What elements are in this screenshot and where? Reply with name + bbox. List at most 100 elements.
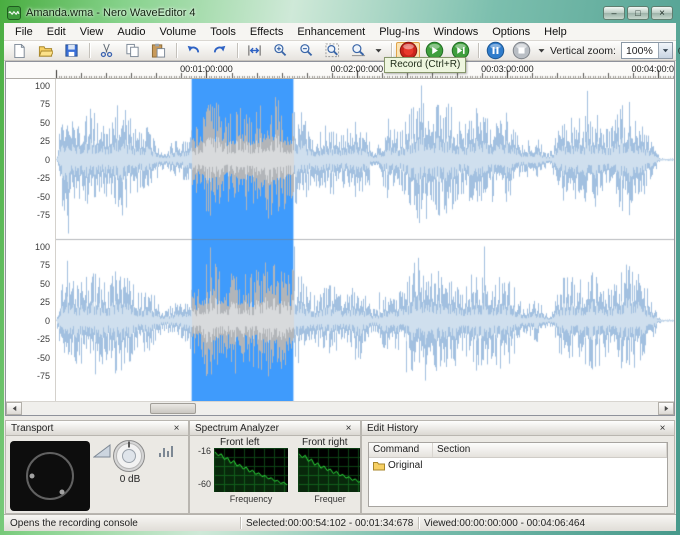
history-title-text: Edit History xyxy=(367,423,418,434)
zoom-out-button[interactable] xyxy=(294,42,318,60)
menu-help[interactable]: Help xyxy=(537,25,574,39)
zoom-selection-button[interactable] xyxy=(320,42,344,60)
transport-panel-title: Transport xyxy=(6,421,188,436)
menu-enhancement[interactable]: Enhancement xyxy=(290,25,372,39)
menu-edit[interactable]: Edit xyxy=(40,25,73,39)
maximize-button[interactable] xyxy=(627,6,649,20)
spectrum-right-display xyxy=(298,448,360,492)
frequency-left-label: Frequency xyxy=(214,494,288,504)
toolbar-separator xyxy=(89,43,90,58)
zoom-all-button[interactable] xyxy=(346,42,370,60)
save-button[interactable] xyxy=(59,42,83,60)
spectrum-panel-title: Spectrum Analyzer xyxy=(190,421,360,436)
scale-label: 100 xyxy=(35,242,50,252)
vertical-zoom-combo[interactable]: 100% xyxy=(621,42,673,59)
window-title: Amanda.wma - Nero WaveEditor 4 xyxy=(26,7,603,19)
paste-button[interactable] xyxy=(146,42,170,60)
meter-icon xyxy=(158,444,176,458)
scroll-track[interactable] xyxy=(22,402,658,415)
column-section[interactable]: Section xyxy=(433,443,667,457)
spectrum-left-display xyxy=(214,448,288,492)
spectrum-analyzer-panel: Spectrum Analyzer Front left Front right… xyxy=(189,420,361,514)
window-controls xyxy=(603,6,673,20)
docked-panels: Transport xyxy=(5,420,675,514)
scale-label: 25 xyxy=(40,136,50,146)
vertical-zoom-value: 100% xyxy=(622,45,658,57)
scale-label: 75 xyxy=(40,260,50,270)
menu-plugins[interactable]: Plug-Ins xyxy=(372,25,426,39)
scale-label: -25 xyxy=(37,334,50,344)
scroll-right-arrow[interactable] xyxy=(658,402,674,415)
menu-options[interactable]: Options xyxy=(485,25,537,39)
scale-label: 100 xyxy=(35,81,50,91)
menu-volume[interactable]: Volume xyxy=(153,25,204,39)
menu-audio[interactable]: Audio xyxy=(110,25,152,39)
wave-editor-view: 00:01:00:000 00:02:00:000 00:03:00:000 00:0… xyxy=(5,61,675,416)
app-icon xyxy=(7,6,21,20)
transport-close-icon[interactable] xyxy=(170,422,183,435)
record-tooltip: Record (Ctrl+R) xyxy=(384,57,466,73)
scale-label: 50 xyxy=(40,118,50,128)
toolbar: Vertical zoom: 100% 00:0 xyxy=(4,41,676,61)
toolbar-buttons xyxy=(7,41,550,60)
zoom-in-button[interactable] xyxy=(268,42,292,60)
scale-label: 0 xyxy=(45,155,50,165)
ruler-label: 00:03:00:000 xyxy=(481,64,534,74)
scale-label: 0 xyxy=(45,316,50,326)
transport-dropdown-icon[interactable] xyxy=(535,42,548,60)
open-button[interactable] xyxy=(33,42,57,60)
jog-wheel[interactable] xyxy=(10,441,90,511)
minimize-button[interactable] xyxy=(603,6,625,20)
transport-title-text: Transport xyxy=(11,423,53,434)
history-list[interactable]: Command Section Original xyxy=(368,442,668,507)
history-command: Original xyxy=(388,460,422,471)
spectrum-panel-body: Front left Front right -16 -60 Frequency… xyxy=(190,437,360,513)
scale-label: 75 xyxy=(40,99,50,109)
scale-label: -75 xyxy=(37,371,50,381)
history-panel-body: Command Section Original xyxy=(362,437,674,513)
title-bar[interactable]: Amanda.wma - Nero WaveEditor 4 xyxy=(7,3,673,22)
ruler-label: 00:02:00:000 xyxy=(331,64,384,74)
spectrum-scale-bottom: -60 xyxy=(192,479,211,489)
ruler-label: 00:04:00:000 xyxy=(632,64,675,74)
history-header: Command Section xyxy=(369,443,667,458)
menu-tools[interactable]: Tools xyxy=(203,25,243,39)
new-button[interactable] xyxy=(7,42,31,60)
menu-view[interactable]: View xyxy=(73,25,111,39)
vertical-zoom-label: Vertical zoom: xyxy=(550,45,616,57)
spectrum-scale-top: -16 xyxy=(192,446,211,456)
vertical-zoom-group: Vertical zoom: 100% 00:0 xyxy=(550,42,680,59)
time-ruler[interactable]: 00:01:00:000 00:02:00:000 00:03:00:000 00:0… xyxy=(6,62,674,79)
waveform-display[interactable] xyxy=(56,79,674,401)
menu-windows[interactable]: Windows xyxy=(427,25,486,39)
undo-button[interactable] xyxy=(181,42,205,60)
cut-button[interactable] xyxy=(94,42,118,60)
scale-label: -75 xyxy=(37,210,50,220)
close-button[interactable] xyxy=(651,6,673,20)
menu-effects[interactable]: Effects xyxy=(243,25,290,39)
client-area: FileEditViewAudioVolumeToolsEffectsEnhan… xyxy=(4,23,676,531)
front-right-label: Front right xyxy=(302,437,348,448)
scale-label: -25 xyxy=(37,173,50,183)
vertical-zoom-dropdown-icon[interactable] xyxy=(658,43,672,58)
history-close-icon[interactable] xyxy=(656,422,669,435)
scroll-left-arrow[interactable] xyxy=(6,402,22,415)
menu-file[interactable]: File xyxy=(8,25,40,39)
horizontal-scrollbar[interactable] xyxy=(6,401,674,415)
scale-label: 25 xyxy=(40,297,50,307)
volume-knob[interactable] xyxy=(112,439,146,473)
copy-button[interactable] xyxy=(120,42,144,60)
history-row[interactable]: Original xyxy=(369,458,667,473)
toolbar-separator xyxy=(391,43,392,58)
stop-button[interactable] xyxy=(509,42,533,60)
edit-history-panel: Edit History Command Section Original xyxy=(361,420,675,514)
scroll-thumb[interactable] xyxy=(150,403,196,414)
redo-button[interactable] xyxy=(207,42,231,60)
fit-width-button[interactable] xyxy=(242,42,266,60)
column-command[interactable]: Command xyxy=(369,443,433,457)
status-hint: Opens the recording console xyxy=(4,518,240,529)
volume-db-label: 0 dB xyxy=(110,474,150,485)
pause-button[interactable] xyxy=(483,42,507,60)
ruler-label: 00:01:00:000 xyxy=(180,64,233,74)
spectrum-close-icon[interactable] xyxy=(342,422,355,435)
